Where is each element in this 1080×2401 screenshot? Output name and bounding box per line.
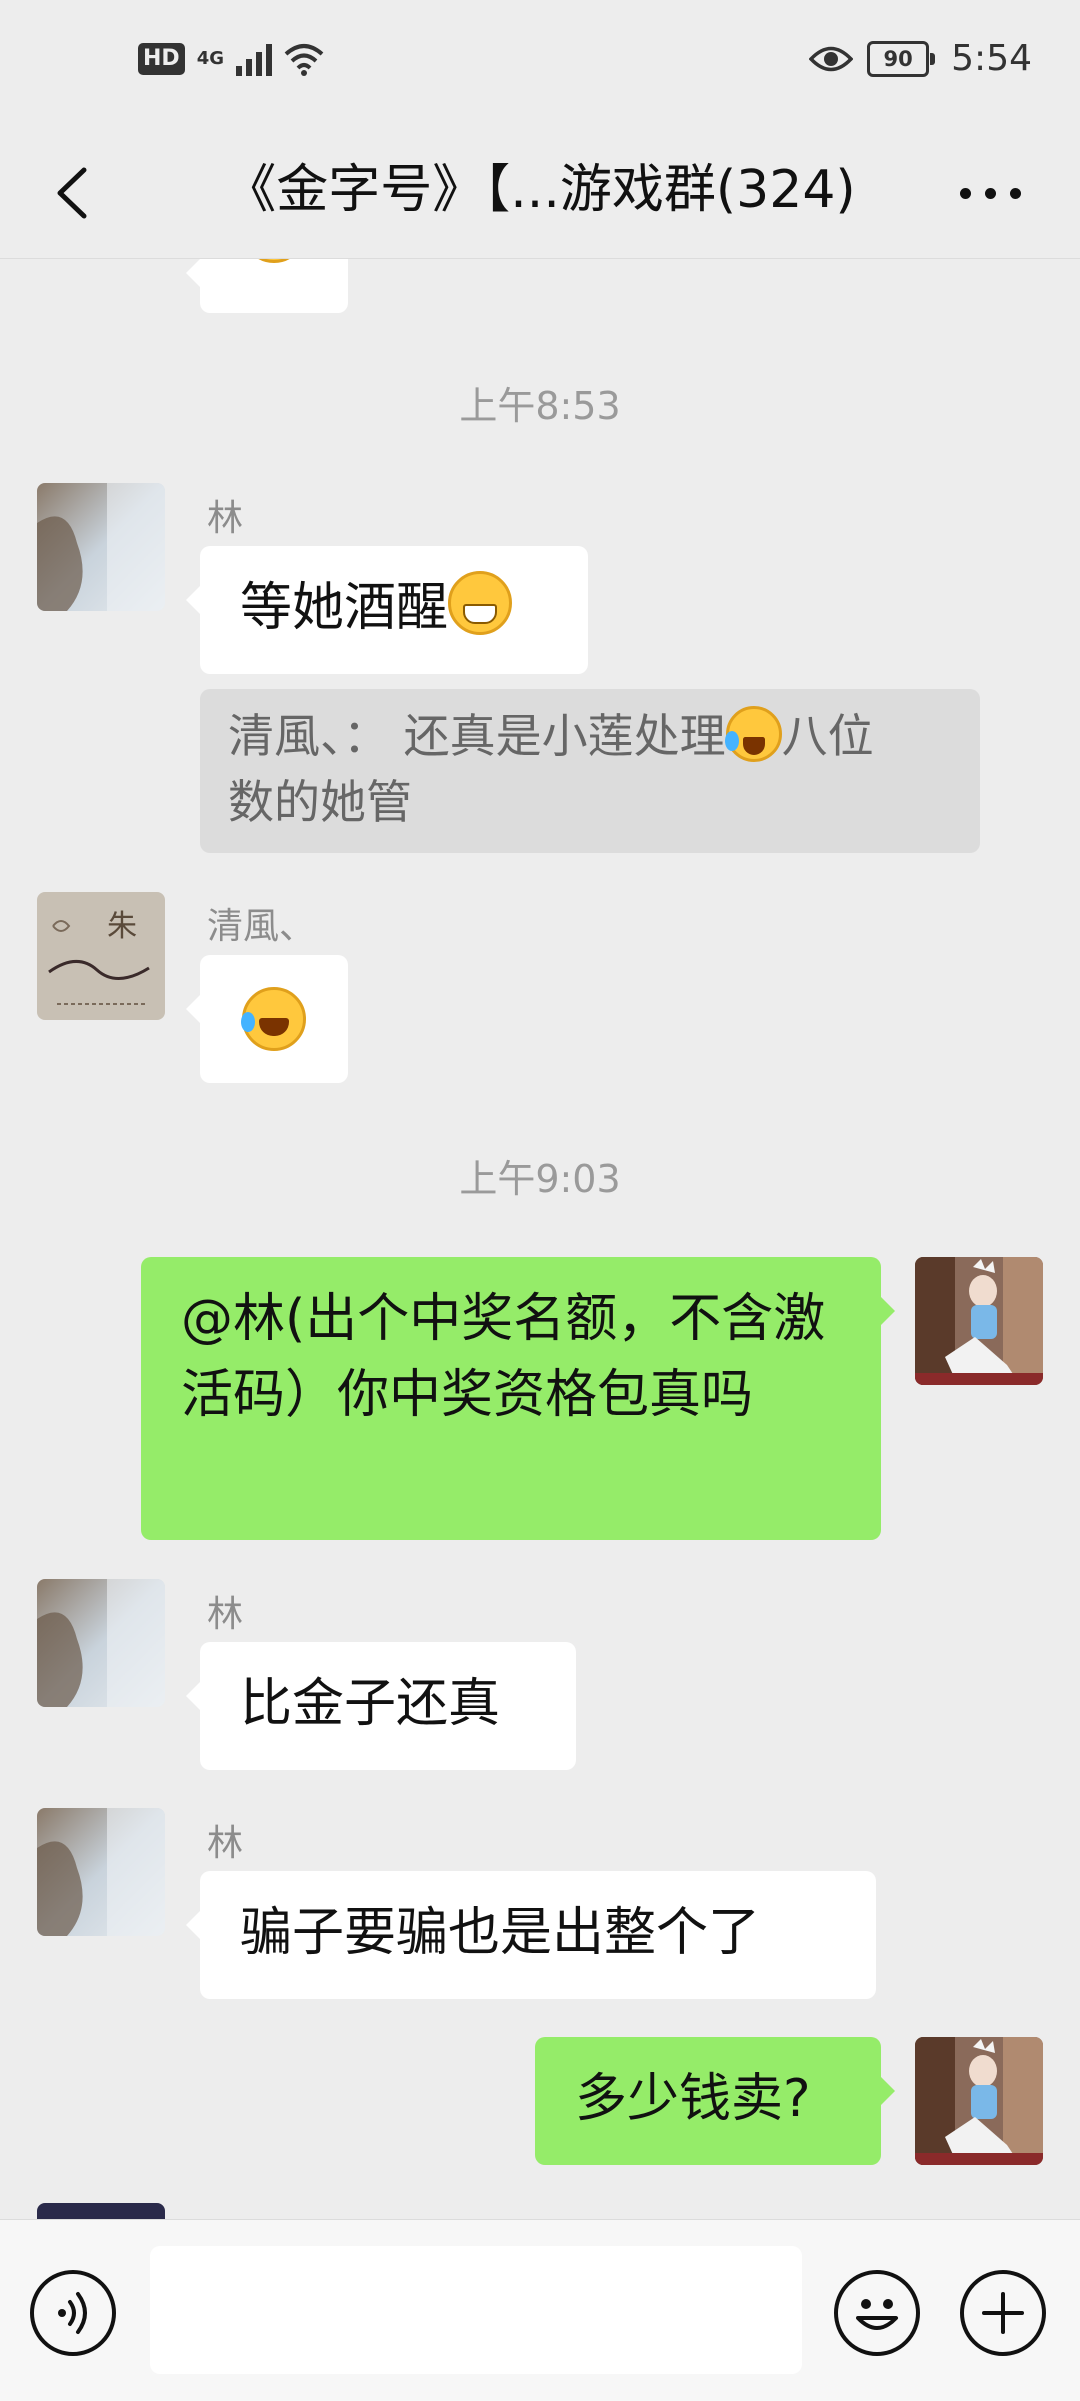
message-bubble[interactable]: 比金子还真 bbox=[186, 1642, 576, 1770]
timestamp: 上午9:03 bbox=[459, 1157, 621, 1201]
message-text: 等她酒醒 bbox=[240, 578, 449, 638]
sender-name: 林 bbox=[207, 1823, 244, 1864]
voice-icon bbox=[58, 2292, 87, 2334]
grin-emoji-icon bbox=[448, 571, 513, 635]
quote-text: 清風、： 还真是小莲处理 bbox=[228, 709, 726, 763]
plus-icon bbox=[982, 2292, 1024, 2334]
hd-badge: HD bbox=[138, 43, 185, 75]
my-message-bubble[interactable]: @林(出个中奖名额，不含激活码）你中奖资格包真吗 bbox=[141, 1257, 895, 1540]
avatar-lin[interactable] bbox=[37, 1579, 165, 1707]
eye-icon bbox=[809, 46, 854, 71]
emoji-button[interactable] bbox=[834, 2270, 920, 2356]
status-right: 90 5:54 bbox=[809, 38, 1032, 79]
message-text: @林(出个中奖名额，不含激活码）你中奖资格包真吗 bbox=[181, 1289, 826, 1425]
more-dots-icon bbox=[959, 187, 971, 199]
sender-name: 林 bbox=[207, 1594, 244, 1635]
more-button[interactable] bbox=[940, 158, 1040, 228]
avatar-lin[interactable] bbox=[37, 483, 165, 611]
chat-area[interactable]: 上午8:53 林 等她酒醒 清風、： 还真是小莲处理 八位 数的她管 朱 清風、 … bbox=[0, 259, 1080, 2219]
avatar-lin[interactable] bbox=[37, 1808, 165, 1936]
message-input[interactable] bbox=[150, 2246, 802, 2374]
title-bar: 《金字号》【...游戏群(324) bbox=[0, 130, 1080, 259]
back-button[interactable] bbox=[40, 158, 110, 228]
sender-name: 清風、 bbox=[207, 906, 316, 947]
avatar-next[interactable] bbox=[37, 2203, 165, 2219]
message-text: 骗子要骗也是出整个了 bbox=[240, 1903, 761, 1963]
plus-button[interactable] bbox=[960, 2270, 1046, 2356]
message-text: 多少钱卖? bbox=[575, 2069, 811, 2129]
chat-title: 《金字号》【...游戏群(324) bbox=[224, 160, 856, 220]
status-left: HD 4G bbox=[138, 42, 324, 76]
chevron-left-icon bbox=[57, 167, 87, 219]
message-bubble[interactable]: 骗子要骗也是出整个了 bbox=[186, 1871, 876, 1999]
input-bar bbox=[0, 2219, 1080, 2401]
smile-emoji-icon bbox=[242, 259, 306, 263]
previous-bubble[interactable] bbox=[186, 259, 348, 313]
sender-name: 林 bbox=[207, 498, 244, 539]
message-bubble[interactable]: 等她酒醒 bbox=[186, 546, 588, 674]
timestamp: 上午8:53 bbox=[459, 384, 621, 428]
svg-text:朱: 朱 bbox=[107, 909, 137, 944]
network-label: 4G bbox=[196, 48, 224, 69]
message-bubble[interactable] bbox=[186, 955, 348, 1083]
my-message-bubble[interactable]: 多少钱卖? bbox=[535, 2037, 895, 2165]
quote-text: 八位 bbox=[781, 709, 874, 763]
status-time: 5:54 bbox=[951, 38, 1032, 79]
emoji-icon bbox=[856, 2299, 898, 2330]
status-bar: HD 4G 90 5:54 bbox=[0, 0, 1080, 130]
wifi-icon bbox=[284, 44, 324, 76]
battery-icon: 90 bbox=[867, 40, 936, 77]
quote-text: 数的她管 bbox=[228, 775, 412, 829]
quoted-message[interactable]: 清風、： 还真是小莲处理 八位 数的她管 bbox=[200, 689, 980, 853]
avatar-qingfeng[interactable]: 朱 bbox=[37, 892, 165, 1020]
cry-laugh-emoji-icon bbox=[241, 987, 306, 1051]
my-avatar[interactable] bbox=[915, 1257, 1043, 1385]
signal-icon bbox=[236, 42, 272, 76]
voice-button[interactable] bbox=[30, 2270, 116, 2356]
message-text: 比金子还真 bbox=[240, 1674, 501, 1734]
cry-laugh-emoji-icon bbox=[724, 706, 782, 762]
my-avatar[interactable] bbox=[915, 2037, 1043, 2165]
